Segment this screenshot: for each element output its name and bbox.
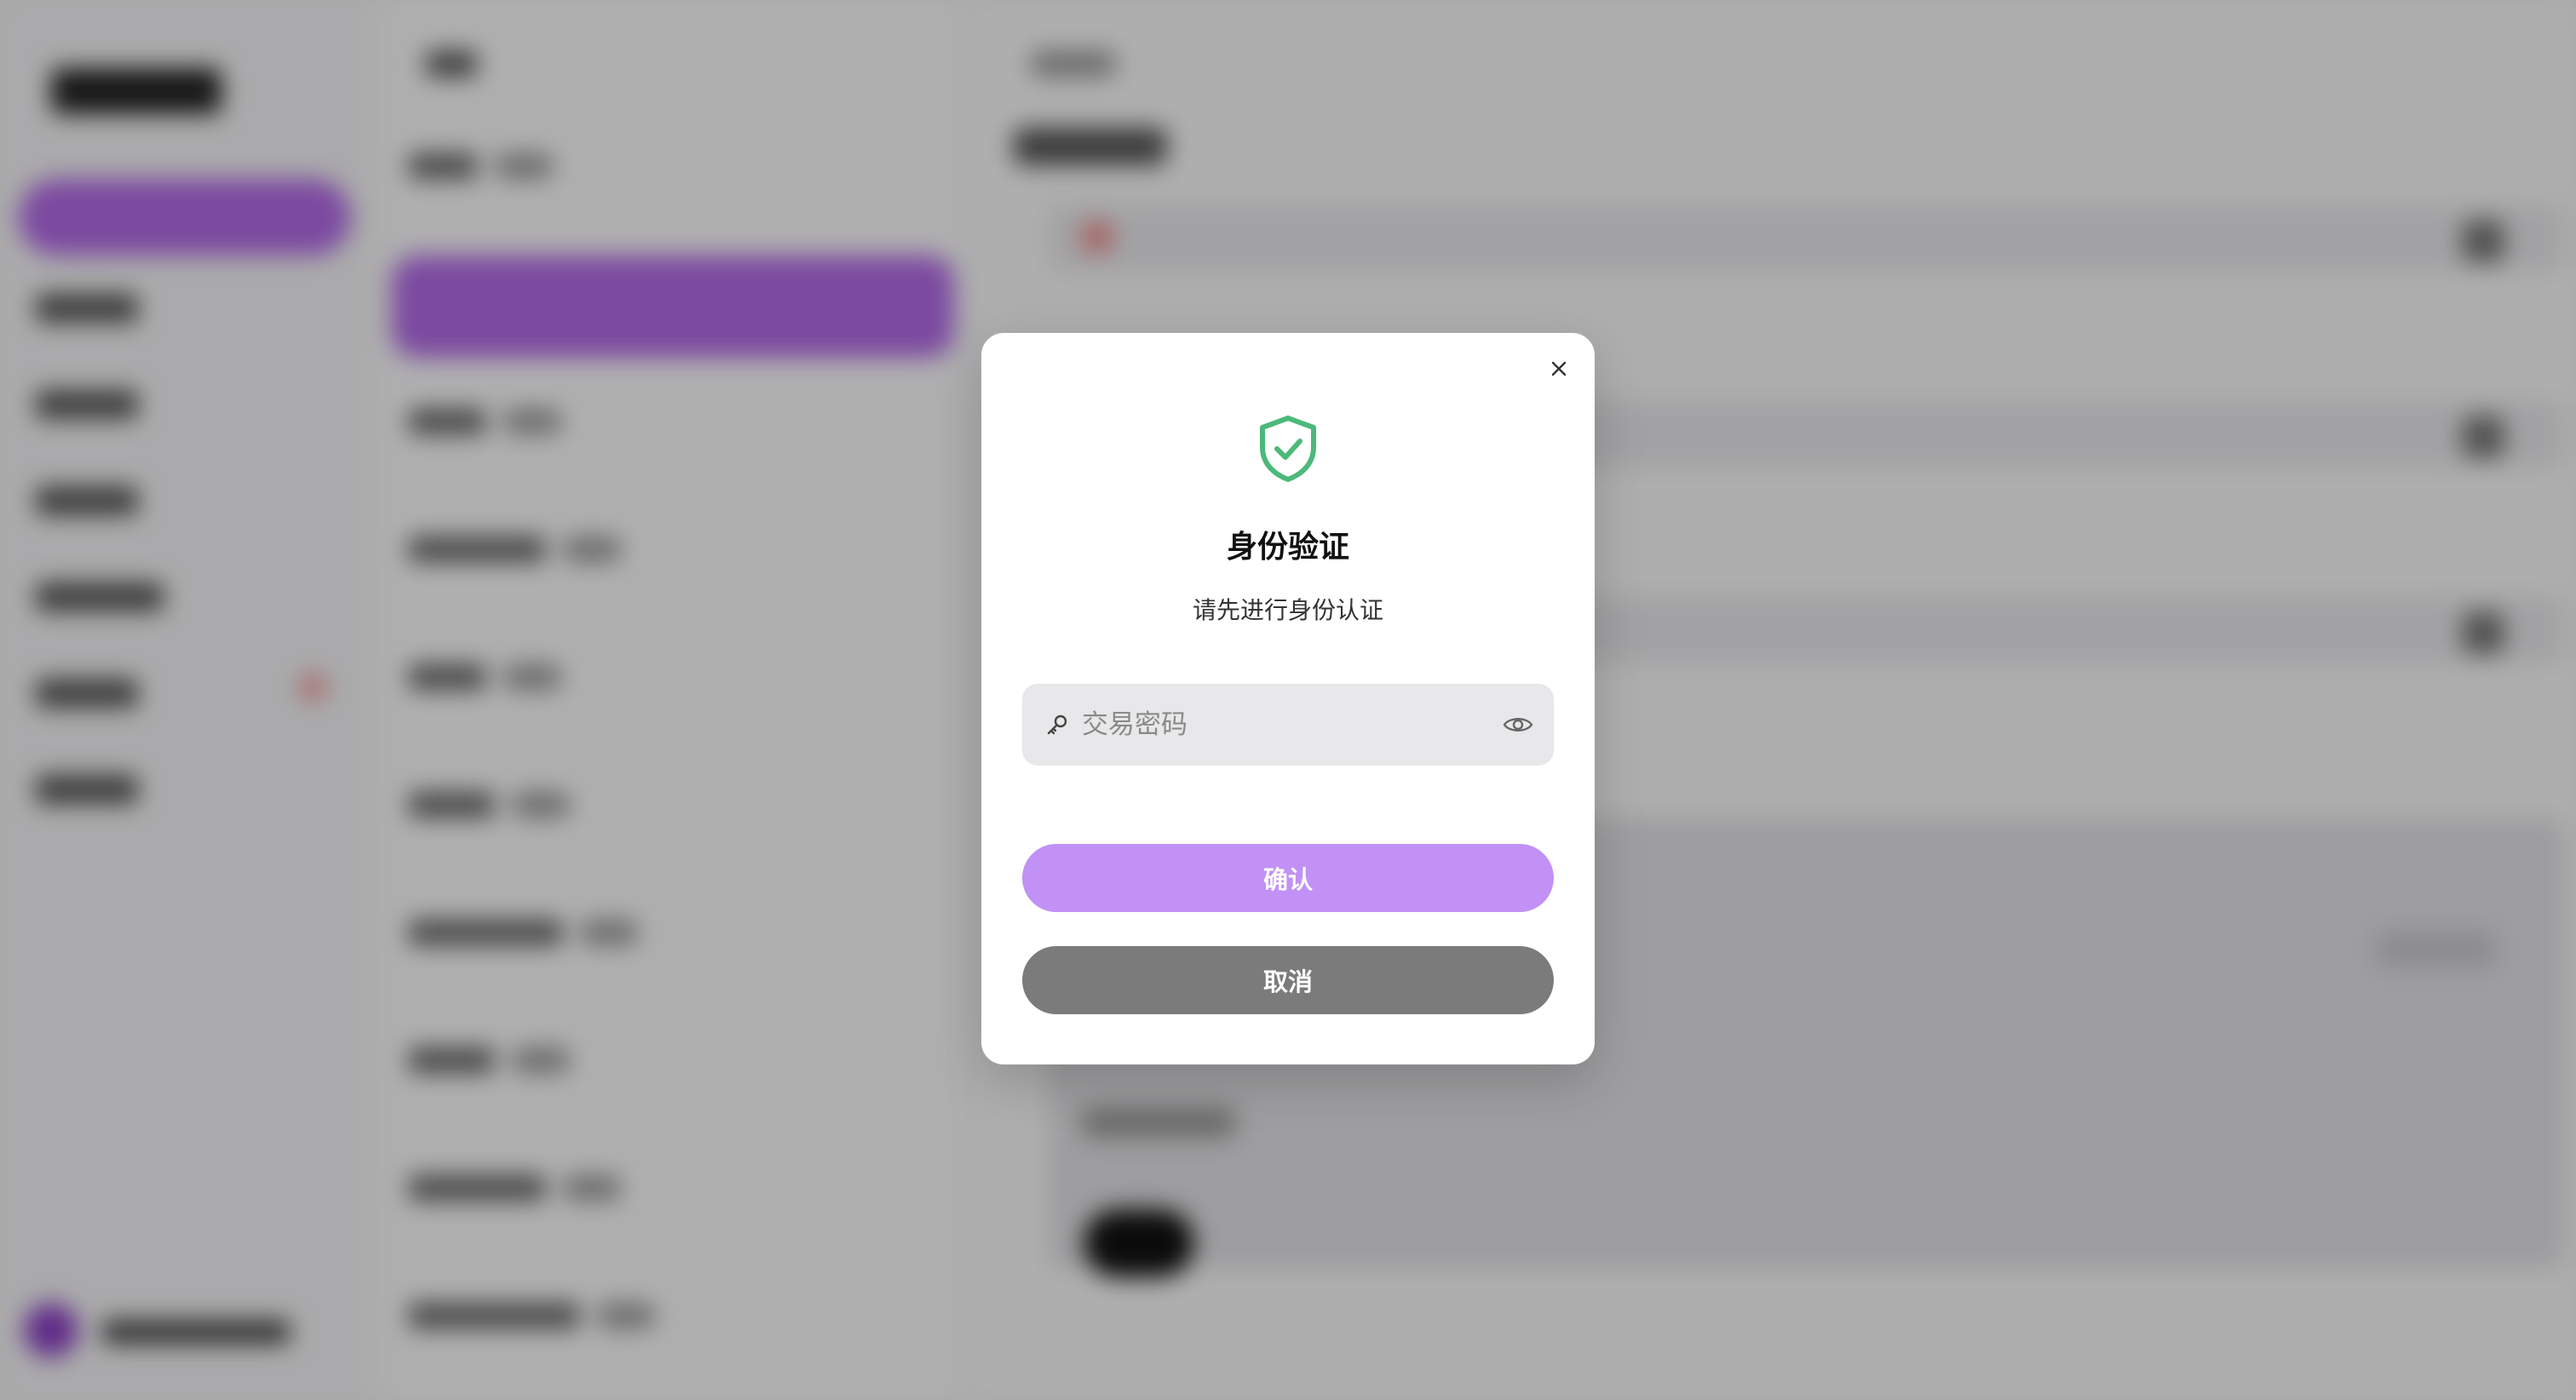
dialog-subtitle: 请先进行身份认证 (1192, 596, 1383, 624)
identity-verification-dialog: 身份验证 请先进行身份认证 确认 取消 (981, 333, 1595, 1064)
shield-check-icon (1260, 416, 1316, 482)
cancel-button[interactable]: 取消 (1022, 946, 1554, 1014)
close-icon (1551, 361, 1567, 376)
confirm-button[interactable]: 确认 (1022, 844, 1554, 912)
eye-icon[interactable] (1501, 708, 1535, 742)
close-button[interactable] (1540, 350, 1578, 387)
dialog-title: 身份验证 (1226, 530, 1349, 565)
password-input[interactable] (1080, 709, 1501, 741)
password-field[interactable] (1022, 684, 1554, 766)
key-icon (1044, 712, 1070, 737)
